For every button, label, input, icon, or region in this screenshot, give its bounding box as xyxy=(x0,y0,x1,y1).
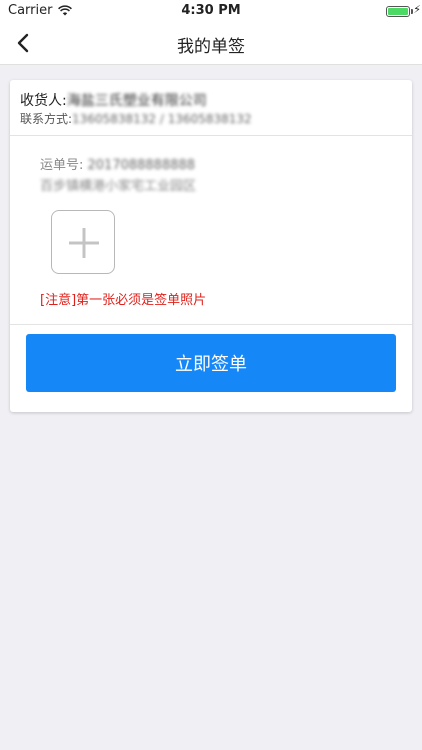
page-title: 我的单签 xyxy=(177,37,245,57)
receiver-label: 收货人: xyxy=(20,93,67,109)
order-block: 运单号: 2017088888888 百步镇横港小家宅工业园区 [注意]第一张必… xyxy=(10,136,412,325)
notice-text: [注意]第一张必须是签单照片 xyxy=(40,293,207,308)
sign-now-button[interactable]: 立即签单 xyxy=(26,334,396,392)
order-number-value: 2017088888888 xyxy=(87,158,196,173)
plus-icon xyxy=(69,228,99,258)
charging-bolt-icon: ⚡ xyxy=(413,3,421,16)
add-photo-button[interactable] xyxy=(51,210,115,274)
order-number: 运单号: 2017088888888 xyxy=(40,154,195,173)
receiver-line: 收货人:海盐三氏塑业有限公司 xyxy=(20,90,207,110)
status-time: 4:30 PM xyxy=(181,3,241,18)
battery-fill xyxy=(388,8,408,15)
sign-card: 收货人:海盐三氏塑业有限公司 联系方式:13605838132 / 136058… xyxy=(10,80,412,412)
contact-value: 13605838132 / 13605838132 xyxy=(72,112,252,126)
receiver-value: 海盐三氏塑业有限公司 xyxy=(66,93,207,109)
battery-icon xyxy=(386,6,410,17)
contact-label: 联系方式: xyxy=(20,112,73,126)
order-number-label: 运单号: xyxy=(40,158,88,173)
nav-bar: 我的单签 xyxy=(0,22,422,65)
contact-line: 联系方式:13605838132 / 13605838132 xyxy=(20,110,252,127)
status-bar: Carrier 4:30 PM ⚡ xyxy=(0,0,422,22)
order-address: 百步镇横港小家宅工业园区 xyxy=(40,179,197,194)
receiver-block: 收货人:海盐三氏塑业有限公司 联系方式:13605838132 / 136058… xyxy=(10,80,412,136)
